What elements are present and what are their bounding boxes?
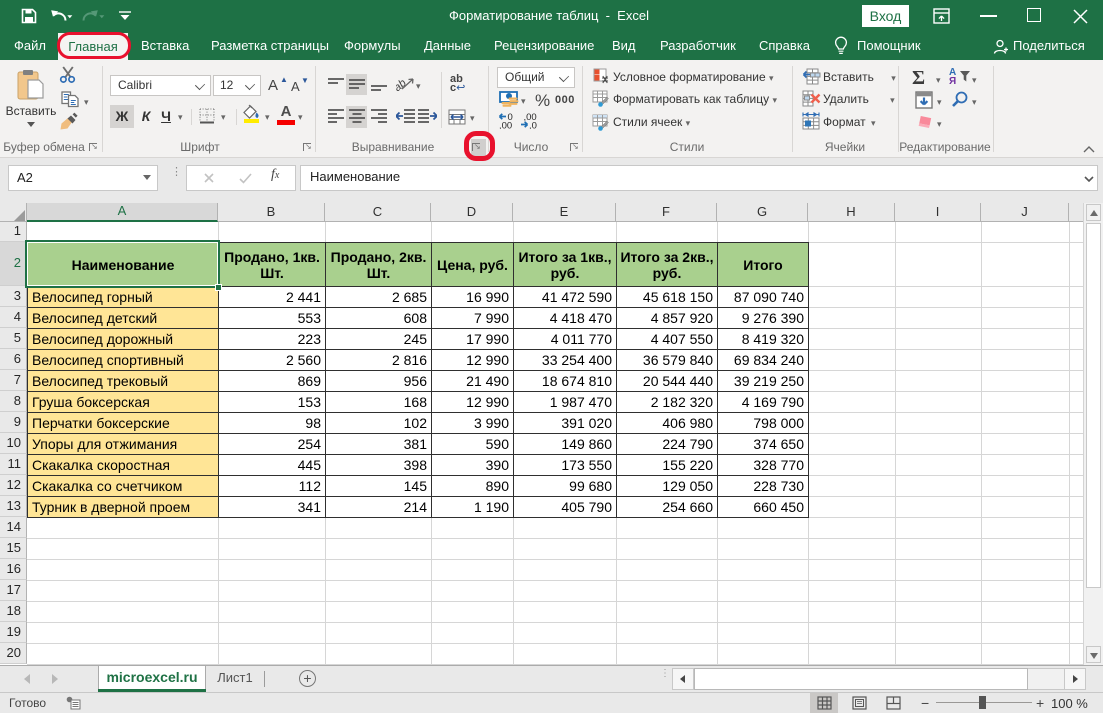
svg-text:,00: ,00 [499, 121, 512, 130]
svg-text:,0: ,0 [529, 121, 537, 130]
